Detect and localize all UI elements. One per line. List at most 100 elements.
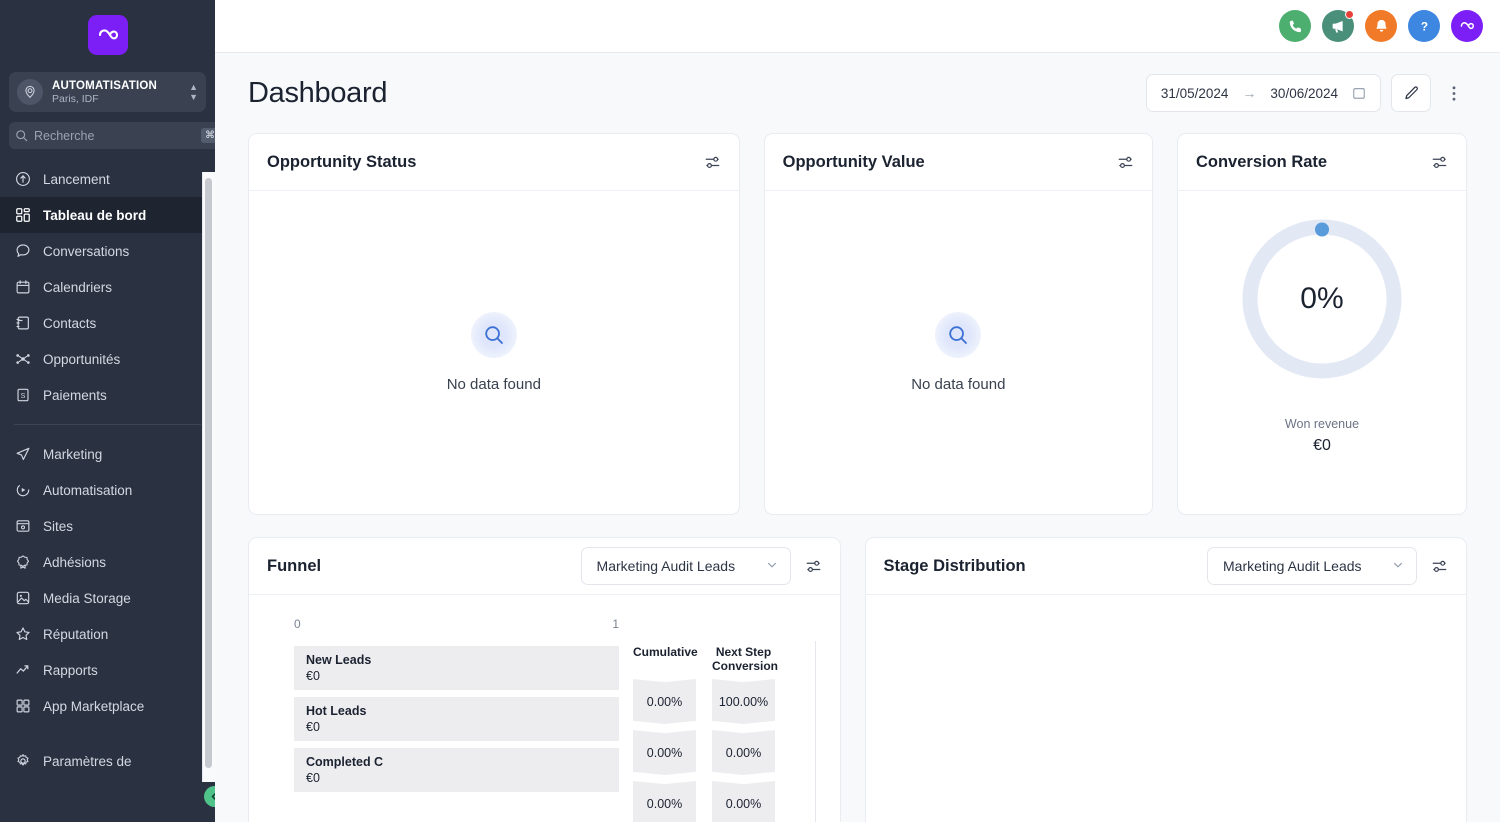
funnel-column-cumulative: Cumulative 0.00% 0.00% 0.00% <box>633 645 698 822</box>
edit-dashboard-button[interactable] <box>1391 74 1431 112</box>
sliders-icon[interactable] <box>1431 154 1448 171</box>
funnel-pipeline-value: Marketing Audit Leads <box>596 558 736 574</box>
magnifier-glyph <box>485 326 503 344</box>
sidebar-item-automatisation[interactable]: Automatisation <box>0 472 215 508</box>
sliders-icon[interactable] <box>1117 154 1134 171</box>
funnel-axis: 0 1 <box>294 617 619 631</box>
sidebar-item-conversations[interactable]: Conversations <box>0 233 215 269</box>
phone-icon[interactable] <box>1279 10 1311 42</box>
funnel-column-header: Cumulative <box>633 645 698 659</box>
cards-row-2: Funnel Marketing Audit Leads 0 1 New Lea… <box>248 537 1467 822</box>
question-glyph: ? <box>1420 19 1427 33</box>
funnel-stage-row[interactable]: Completed C €0 <box>294 748 619 792</box>
card-title: Stage Distribution <box>883 556 1026 575</box>
sidebar-item-paiements[interactable]: S Paiements <box>0 377 215 413</box>
funnel-cell: 0.00% <box>633 730 696 775</box>
empty-state-text: No data found <box>446 376 541 393</box>
date-range-end[interactable]: 30/06/2024 <box>1270 86 1338 101</box>
search-box[interactable]: ⌘ K <box>9 122 215 149</box>
logo-container <box>0 0 215 70</box>
top-bar: ? <box>215 0 1500 53</box>
sidebar-item-reputation[interactable]: Réputation <box>0 616 215 652</box>
gear-icon <box>14 753 31 770</box>
sidebar-item-label: Lancement <box>43 171 110 187</box>
sidebar-item-lancement[interactable]: Lancement <box>0 161 215 197</box>
sidebar-item-media-storage[interactable]: Media Storage <box>0 580 215 616</box>
date-range-start[interactable]: 31/05/2024 <box>1161 86 1229 101</box>
card-title: Funnel <box>267 556 322 575</box>
stage-pipeline-value: Marketing Audit Leads <box>1223 558 1362 574</box>
card-opportunity-value: Opportunity Value No data found <box>763 133 1153 515</box>
sidebar-item-adhesions[interactable]: Adhésions <box>0 544 215 580</box>
funnel-pipeline-select[interactable]: Marketing Audit Leads <box>580 547 791 585</box>
sidebar-item-opportunites[interactable]: Opportunités <box>0 341 215 377</box>
won-revenue-value: €0 <box>1313 437 1331 454</box>
app-root: AUTOMATISATION Paris, IDF ▲▼ ⌘ K <box>0 0 1500 822</box>
calendar-icon[interactable] <box>1352 86 1366 100</box>
funnel-chart: 0 1 New Leads €0 Hot Leads €0 Completed … <box>249 595 840 822</box>
account-switcher[interactable]: AUTOMATISATION Paris, IDF ▲ ▼ <box>9 72 206 112</box>
sidebar-item-sites[interactable]: Sites <box>0 508 215 544</box>
date-range-arrow: → <box>1242 85 1257 101</box>
sidebar-item-tableau-de-bord[interactable]: Tableau de bord <box>0 197 215 233</box>
empty-state: No data found <box>765 191 1152 514</box>
funnel-stage-value: €0 <box>306 771 320 785</box>
calendar-icon <box>14 279 31 296</box>
sidebar-item-parametres[interactable]: Paramètres de <box>0 743 215 779</box>
bell-icon[interactable] <box>1365 10 1397 42</box>
svg-text:?: ? <box>1420 19 1427 33</box>
funnel-column-next-step: Next Step Conversion 100.00% 0.00% 0.00% <box>712 645 779 822</box>
funnel-cell: 0.00% <box>633 679 696 724</box>
sidebar-divider <box>14 424 201 425</box>
search-row: ⌘ K <box>9 122 215 149</box>
sliders-icon[interactable] <box>704 154 721 171</box>
account-location: Paris, IDF <box>52 92 99 105</box>
sidebar-item-marketing[interactable]: Marketing <box>0 436 215 472</box>
sidebar-item-rapports[interactable]: Rapports <box>0 652 215 688</box>
sidebar-item-contacts[interactable]: Contacts <box>0 305 215 341</box>
image-icon <box>14 590 31 607</box>
sliders-icon[interactable] <box>805 558 822 575</box>
badge-award-icon <box>14 554 31 571</box>
card-conversion-rate: Conversion Rate 0% Won revenue €0 <box>1176 133 1467 515</box>
funnel-cell: 0.00% <box>633 781 696 822</box>
account-name: AUTOMATISATION <box>52 79 158 92</box>
funnel-axis-max: 1 <box>612 617 619 631</box>
help-question-icon[interactable]: ? <box>1408 10 1440 42</box>
sidebar-item-label: Marketing <box>43 446 103 462</box>
sidebar-item-label: Paiements <box>43 387 107 403</box>
pencil-icon <box>1404 85 1418 99</box>
conversion-percent: 0% <box>1300 282 1344 315</box>
sidebar-item-calendriers[interactable]: Calendriers <box>0 269 215 305</box>
sidebar-item-label: Opportunités <box>43 351 121 367</box>
sidebar-item-label: App Marketplace <box>43 698 145 714</box>
sliders-glyph <box>1432 560 1447 572</box>
empty-state-text: No data found <box>911 376 1006 393</box>
kebab-menu-icon[interactable] <box>1441 74 1467 112</box>
funnel-cell: 0.00% <box>712 781 775 822</box>
megaphone-icon[interactable] <box>1322 10 1354 42</box>
date-range-picker[interactable]: 31/05/2024 → 30/06/2024 <box>1145 74 1381 112</box>
stage-pipeline-select[interactable]: Marketing Audit Leads <box>1207 547 1417 585</box>
paper-plane-icon <box>14 446 31 463</box>
sidebar-item-label: Adhésions <box>43 554 107 570</box>
sidebar-scrollbar-thumb[interactable] <box>205 178 212 768</box>
chevron-down-glyph <box>1393 562 1403 568</box>
funnel-stage-name: Hot Leads <box>306 704 367 718</box>
sidebar-item-app-marketplace[interactable]: App Marketplace <box>0 688 215 724</box>
funnel-column-header: Next Step Conversion <box>712 645 779 673</box>
won-revenue-label: Won revenue <box>1284 417 1360 431</box>
chevron-up-down-icon[interactable]: ▲ ▼ <box>189 83 198 102</box>
sidebar-item-label: Media Storage <box>43 590 131 606</box>
account-infinity-icon[interactable] <box>1451 10 1483 42</box>
card-title: Conversion Rate <box>1195 152 1328 171</box>
card-header: Conversion Rate <box>1177 134 1466 191</box>
funnel-axis-min: 0 <box>294 617 301 631</box>
page-content: Dashboard 31/05/2024 → 30/06/2024 Opport… <box>215 53 1500 822</box>
search-input[interactable] <box>34 128 195 143</box>
donut: 0% <box>1236 213 1408 385</box>
funnel-stage-row[interactable]: New Leads €0 <box>294 646 619 690</box>
sliders-icon[interactable] <box>1431 558 1448 575</box>
funnel-stage-row[interactable]: Hot Leads €0 <box>294 697 619 741</box>
infinity-logo[interactable] <box>87 15 128 55</box>
